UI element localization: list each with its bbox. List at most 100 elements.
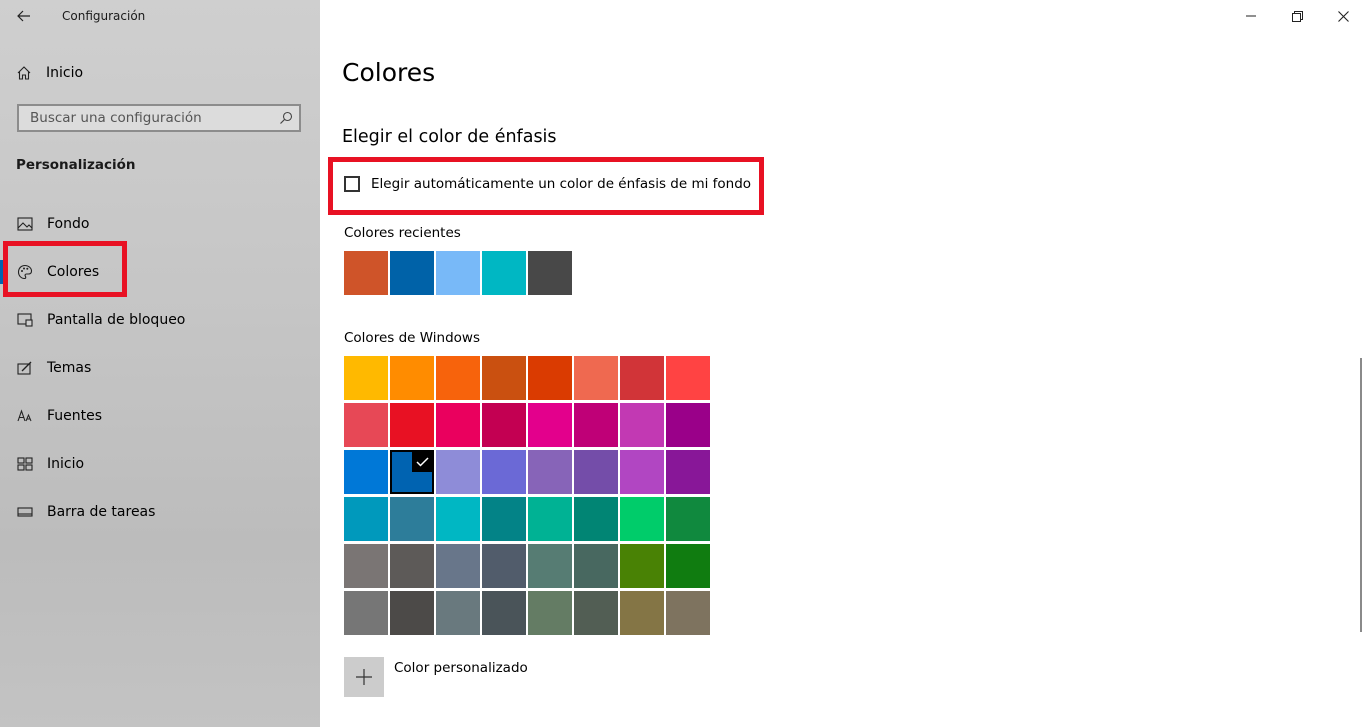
color-swatch[interactable] [666, 544, 710, 588]
accent-heading: Elegir el color de énfasis [342, 127, 557, 147]
recent-colors-heading: Colores recientes [344, 225, 461, 241]
color-swatch[interactable] [436, 591, 480, 635]
color-swatch[interactable] [666, 403, 710, 447]
start-icon [17, 457, 33, 471]
recent-color-swatch[interactable] [482, 251, 526, 295]
back-button[interactable] [10, 4, 38, 28]
color-swatch[interactable] [666, 591, 710, 635]
color-swatch[interactable] [436, 356, 480, 400]
search-input[interactable] [28, 109, 282, 127]
color-swatch[interactable] [620, 544, 664, 588]
color-swatch[interactable] [574, 450, 618, 494]
lock-screen-icon [17, 313, 33, 327]
scrollbar[interactable] [1360, 358, 1362, 632]
color-swatch[interactable] [574, 356, 618, 400]
close-icon [1337, 10, 1349, 22]
color-swatch[interactable] [574, 544, 618, 588]
sidebar-item-label: Pantalla de bloqueo [47, 312, 186, 328]
color-swatch[interactable] [574, 403, 618, 447]
color-swatch[interactable] [482, 450, 526, 494]
color-swatch[interactable] [344, 544, 388, 588]
color-swatch[interactable] [528, 356, 572, 400]
taskbar-icon [17, 507, 33, 517]
color-swatch-selected[interactable] [390, 450, 434, 494]
page-title: Colores [342, 58, 436, 87]
color-swatch[interactable] [574, 497, 618, 541]
color-swatch[interactable] [666, 450, 710, 494]
search-icon[interactable] [279, 111, 293, 125]
home-icon [17, 66, 31, 80]
color-swatch[interactable] [620, 356, 664, 400]
color-swatch[interactable] [482, 356, 526, 400]
color-swatch[interactable] [482, 544, 526, 588]
close-button[interactable] [1320, 0, 1365, 32]
custom-color-plus[interactable] [344, 657, 384, 697]
recent-color-swatch[interactable] [390, 251, 434, 295]
annotation-highlight-checkbox [328, 157, 764, 215]
color-swatch[interactable] [666, 356, 710, 400]
color-swatch[interactable] [390, 544, 434, 588]
windows-colors-grid [344, 356, 712, 638]
color-swatch[interactable] [528, 544, 572, 588]
sidebar-item-label: Temas [47, 360, 92, 376]
color-swatch[interactable] [390, 591, 434, 635]
recent-color-swatch[interactable] [528, 251, 572, 295]
color-swatch[interactable] [574, 591, 618, 635]
sidebar-item-temas[interactable]: Temas [0, 344, 320, 392]
color-swatch[interactable] [344, 591, 388, 635]
recent-color-swatch[interactable] [344, 251, 388, 295]
color-swatch[interactable] [390, 403, 434, 447]
color-swatch[interactable] [344, 403, 388, 447]
themes-icon [17, 361, 32, 375]
color-swatch[interactable] [528, 591, 572, 635]
color-swatch[interactable] [620, 450, 664, 494]
color-swatch[interactable] [482, 403, 526, 447]
color-swatch[interactable] [390, 497, 434, 541]
sidebar-item-label: Fondo [47, 216, 90, 232]
color-swatch[interactable] [528, 450, 572, 494]
sidebar: Configuración Inicio Personalización Fon… [0, 0, 320, 727]
restore-button[interactable] [1274, 0, 1320, 32]
back-arrow-icon [17, 10, 30, 22]
sidebar-item-pantalla-de-bloqueo[interactable]: Pantalla de bloqueo [0, 296, 320, 344]
picture-icon [17, 217, 33, 231]
color-swatch[interactable] [666, 497, 710, 541]
color-swatch[interactable] [528, 497, 572, 541]
sidebar-item-fuentes[interactable]: Fuentes [0, 392, 320, 440]
restore-icon [1291, 10, 1303, 22]
recent-color-swatch[interactable] [436, 251, 480, 295]
custom-color-label[interactable]: Color personalizado [394, 660, 528, 676]
color-swatch[interactable] [482, 591, 526, 635]
sidebar-item-inicio[interactable]: Inicio [0, 440, 320, 488]
color-swatch[interactable] [436, 544, 480, 588]
sidebar-item-barra-de-tareas[interactable]: Barra de tareas [0, 488, 320, 536]
windows-colors-heading: Colores de Windows [344, 330, 481, 346]
minimize-button[interactable] [1228, 0, 1274, 32]
color-swatch[interactable] [436, 403, 480, 447]
color-swatch[interactable] [482, 497, 526, 541]
color-swatch[interactable] [620, 403, 664, 447]
minimize-icon [1246, 15, 1256, 17]
plus-icon [356, 669, 372, 685]
color-swatch[interactable] [528, 403, 572, 447]
color-swatch[interactable] [620, 497, 664, 541]
checkmark-icon [412, 451, 433, 472]
annotation-highlight-colores [3, 241, 127, 297]
sidebar-home[interactable]: Inicio [16, 62, 83, 84]
recent-colors [344, 251, 574, 295]
color-swatch[interactable] [620, 591, 664, 635]
color-swatch[interactable] [436, 497, 480, 541]
color-swatch[interactable] [344, 356, 388, 400]
search-box[interactable] [17, 104, 301, 132]
app-title: Configuración [62, 9, 146, 23]
color-swatch[interactable] [390, 356, 434, 400]
sidebar-home-label: Inicio [46, 65, 84, 81]
section-title: Personalización [16, 157, 136, 173]
fonts-icon [17, 409, 32, 422]
sidebar-item-label: Fuentes [47, 408, 103, 424]
color-swatch[interactable] [436, 450, 480, 494]
color-swatch[interactable] [344, 497, 388, 541]
sidebar-item-label: Inicio [47, 456, 85, 472]
custom-color-button[interactable]: Color personalizado [344, 657, 528, 697]
color-swatch[interactable] [344, 450, 388, 494]
